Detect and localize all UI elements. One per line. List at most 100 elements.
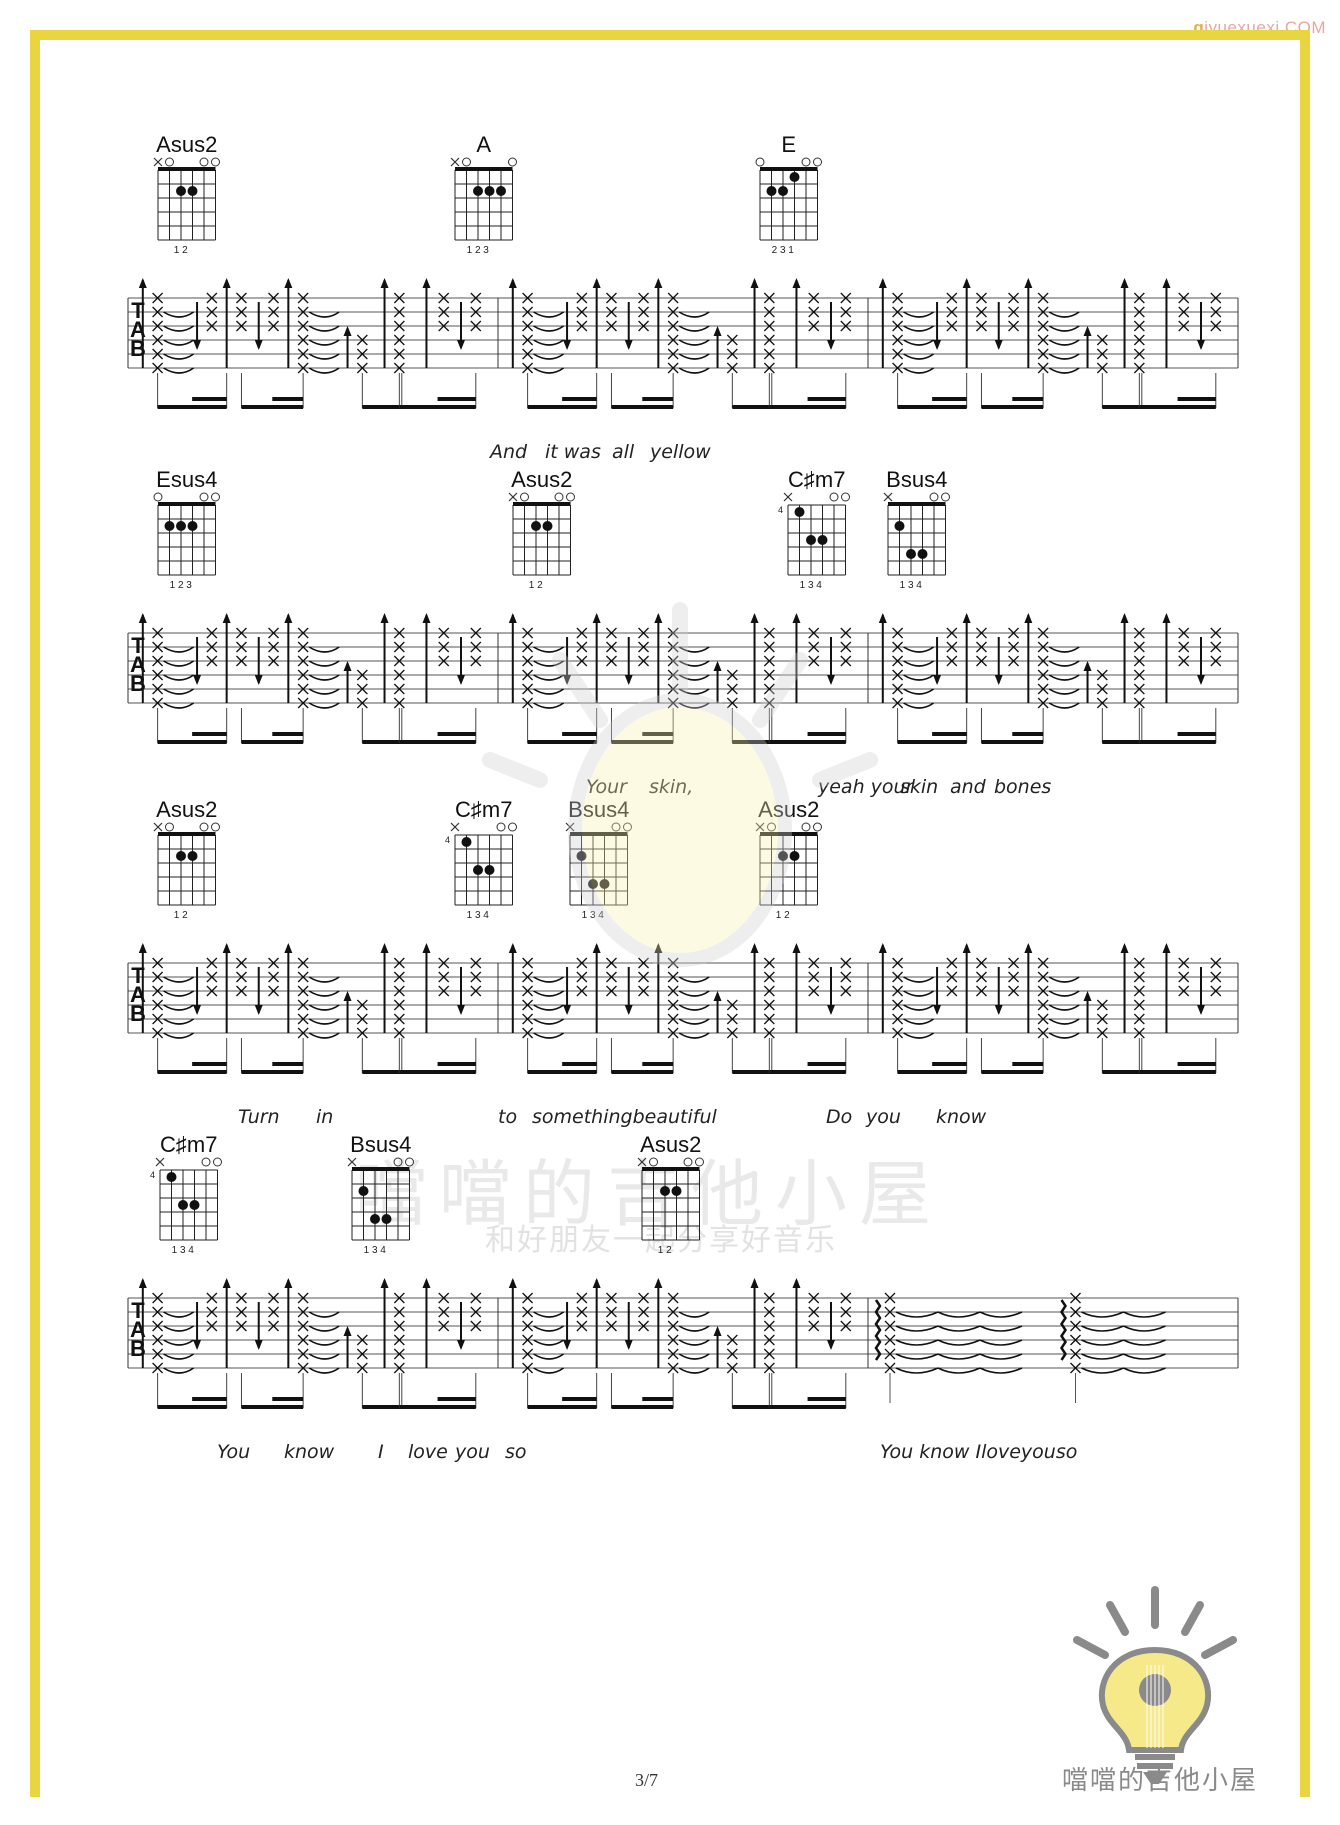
beam-16th [562, 1062, 597, 1066]
finger-dot [794, 507, 805, 517]
tie-icon [163, 990, 195, 997]
beam-16th [562, 397, 597, 401]
tie-icon [903, 339, 935, 346]
beam [362, 1405, 402, 1409]
beam [611, 405, 674, 409]
tie-icon [895, 1311, 939, 1318]
lyric-word: know [936, 1106, 987, 1128]
beam [732, 1405, 772, 1409]
tie-icon [979, 1367, 1023, 1374]
chord-name: A [476, 132, 491, 157]
tie-icon [1048, 990, 1080, 997]
beam-16th [1177, 1062, 1216, 1066]
tie-icon [163, 1311, 195, 1318]
arpeggio-icon [874, 1299, 882, 1361]
beam [527, 740, 597, 744]
beam-16th [437, 397, 476, 401]
tie-icon [1081, 1311, 1124, 1318]
beam-16th [932, 732, 967, 736]
tie-icon [163, 325, 195, 332]
finger-numbers: 1 2 3 [467, 245, 490, 256]
beam-16th [272, 397, 304, 401]
lyric-word: somethingbeautiful [532, 1106, 717, 1128]
finger-dot [894, 521, 905, 531]
tie-icon [1048, 1032, 1080, 1039]
tie-icon [678, 1032, 710, 1039]
beam [981, 405, 1044, 409]
beam [157, 405, 227, 409]
beam-16th [932, 397, 967, 401]
beam-16th [642, 1062, 674, 1066]
finger-numbers: 1 3 4 [467, 910, 490, 921]
beam-16th [1177, 732, 1216, 736]
finger-dot [187, 186, 198, 196]
open-string-icon [211, 492, 220, 502]
lyric-word: And [488, 441, 528, 463]
tie-icon [903, 976, 935, 983]
chord-name: C♯m7 [788, 467, 845, 492]
lyric-word: Turn [238, 1106, 280, 1128]
finger-dot [531, 521, 541, 531]
finger-dot [542, 521, 553, 531]
tab-system: Asus21 2A1 2 3E2 3 1TABAnd it was all yello… [127, 132, 1239, 463]
beam-16th [807, 397, 846, 401]
open-string-icon [213, 1157, 222, 1167]
tie-icon [533, 688, 565, 695]
tie-icon [533, 339, 565, 346]
open-string-icon [211, 822, 220, 832]
beam [1139, 405, 1216, 409]
beam [1102, 405, 1142, 409]
beam [362, 1070, 402, 1074]
tie-icon [678, 353, 710, 360]
tie-icon [163, 660, 195, 667]
beam-16th [642, 1397, 674, 1401]
tie-icon [308, 646, 340, 653]
tie-icon [895, 1353, 939, 1360]
tie-icon [533, 1311, 565, 1318]
tie-icon [678, 325, 710, 332]
tie-icon [895, 1325, 939, 1332]
chord-name: Asus2 [156, 132, 217, 157]
finger-dot [806, 535, 816, 545]
tie-icon [533, 1032, 565, 1039]
lyric-word: bones [994, 776, 1051, 798]
open-string-icon [941, 492, 950, 502]
open-string-icon [649, 1157, 658, 1167]
finger-dot [176, 851, 186, 861]
tie-icon [308, 660, 340, 667]
tie-icon [903, 688, 935, 695]
tie-icon [937, 1353, 981, 1360]
tie-icon [533, 990, 565, 997]
tie-icon [903, 311, 935, 318]
tie-icon [163, 976, 195, 983]
finger-dot [176, 186, 186, 196]
chord-nut [352, 1167, 410, 1171]
tie-icon [678, 1367, 710, 1374]
tab-system: C♯m741 3 4Bsus41 3 4Asus21 2TABYou know Il… [127, 1132, 1239, 1463]
finger-dot [381, 1214, 392, 1224]
tie-icon [163, 311, 195, 318]
tie-icon [937, 1311, 981, 1318]
chord-name: Asus2 [640, 1132, 701, 1157]
open-string-icon [199, 492, 209, 502]
beam [732, 405, 772, 409]
tie-icon [533, 367, 565, 374]
tie-icon [533, 353, 565, 360]
beam [981, 1070, 1044, 1074]
open-string-icon [695, 1157, 704, 1167]
finger-dot [817, 535, 828, 545]
tie-icon [1081, 1325, 1124, 1332]
finger-numbers: 1 2 [174, 910, 188, 921]
logo-text: 噹噹的吉他小屋 [1061, 1766, 1258, 1796]
finger-numbers: 2 3 1 [772, 245, 795, 256]
beam-16th [192, 1062, 227, 1066]
page-number: 3/7 [635, 1770, 659, 1790]
beam-16th [562, 1397, 597, 1401]
chord-nut [760, 167, 818, 171]
beam-16th [932, 1062, 967, 1066]
beam-16th [437, 1397, 476, 1401]
tie-icon [308, 325, 340, 332]
tie-icon [979, 1339, 1023, 1346]
lyric-word: to [498, 1106, 517, 1128]
beam [1102, 1070, 1142, 1074]
